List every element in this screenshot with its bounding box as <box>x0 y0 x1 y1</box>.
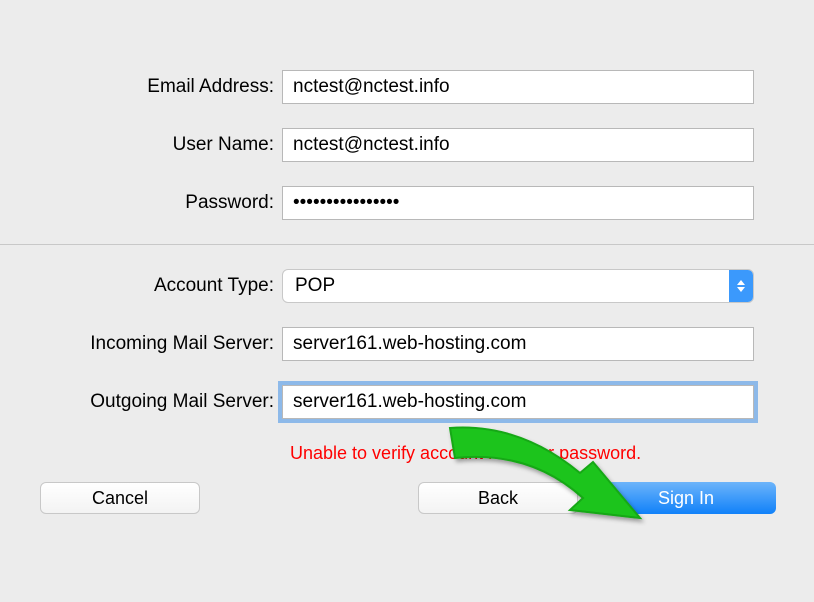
username-label: User Name: <box>30 134 282 156</box>
password-field[interactable] <box>282 186 754 220</box>
outgoing-server-label: Outgoing Mail Server: <box>30 391 282 413</box>
account-type-value: POP <box>283 275 729 297</box>
username-row: User Name: <box>0 128 814 162</box>
email-row: Email Address: <box>0 70 814 104</box>
outgoing-server-field[interactable] <box>282 385 754 419</box>
username-field[interactable] <box>282 128 754 162</box>
back-button[interactable]: Back <box>418 482 578 514</box>
email-label: Email Address: <box>30 76 282 98</box>
button-row: Cancel Back Sign In <box>0 482 814 514</box>
incoming-server-label: Incoming Mail Server: <box>30 333 282 355</box>
error-message: Unable to verify account name or passwor… <box>0 443 814 464</box>
password-row: Password: <box>0 186 814 220</box>
outgoing-server-row: Outgoing Mail Server: <box>0 385 814 419</box>
email-field[interactable] <box>282 70 754 104</box>
incoming-server-field[interactable] <box>282 327 754 361</box>
cancel-button[interactable]: Cancel <box>40 482 200 514</box>
mail-account-form: Email Address: User Name: Password: Acco… <box>0 0 814 514</box>
account-type-select[interactable]: POP <box>282 269 754 303</box>
account-type-row: Account Type: POP <box>0 269 814 303</box>
incoming-server-row: Incoming Mail Server: <box>0 327 814 361</box>
password-label: Password: <box>30 192 282 214</box>
account-type-label: Account Type: <box>30 275 282 297</box>
section-divider <box>0 244 814 245</box>
dropdown-arrows-icon <box>729 270 753 302</box>
signin-button[interactable]: Sign In <box>596 482 776 514</box>
